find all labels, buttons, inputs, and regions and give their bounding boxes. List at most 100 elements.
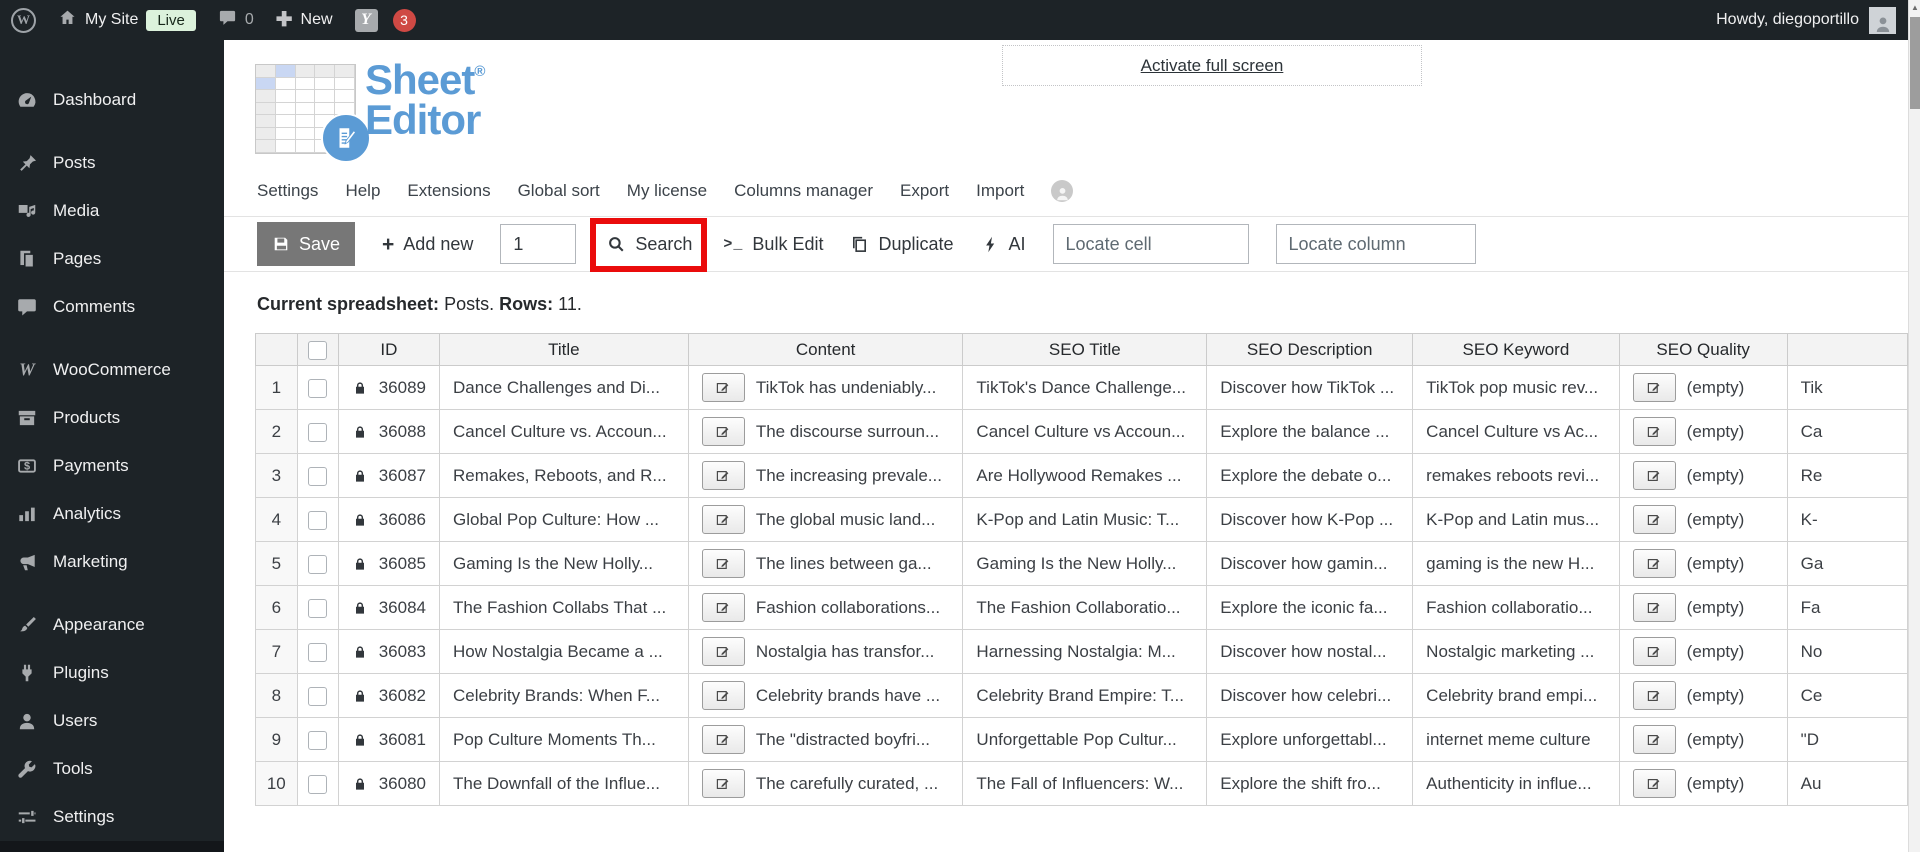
tab-help[interactable]: Help	[345, 181, 380, 201]
sidebar-item-pages[interactable]: Pages	[0, 235, 224, 283]
sidebar-item-media[interactable]: Media	[0, 187, 224, 235]
cell-seo-keyword[interactable]: Fashion collaboratio...	[1412, 585, 1620, 630]
cell-content[interactable]: Nostalgia has transfor...	[687, 629, 964, 674]
row-number[interactable]: 6	[255, 585, 298, 630]
cell-content[interactable]: The discourse surroun...	[687, 409, 964, 454]
cell-seo-title[interactable]: The Fashion Collaboratio...	[962, 585, 1208, 630]
cell-title[interactable]: How Nostalgia Became a ...	[439, 629, 689, 674]
cell-seo-keyword[interactable]: Authenticity in influe...	[1412, 761, 1620, 806]
edit-content-button[interactable]	[701, 417, 745, 446]
select-all-checkbox[interactable]	[308, 340, 328, 360]
add-rows-count-input[interactable]	[500, 224, 577, 264]
row-checkbox[interactable]	[308, 378, 328, 398]
cell-id[interactable]: 36081	[337, 717, 441, 762]
sidebar-item-woocommerce[interactable]: W WooCommerce	[0, 346, 224, 394]
cell-title[interactable]: Dance Challenges and Di...	[439, 365, 689, 410]
row-checkbox[interactable]	[308, 510, 328, 530]
cell-id[interactable]: 36082	[337, 673, 441, 718]
row-number[interactable]: 4	[255, 497, 298, 542]
edit-seo-quality-button[interactable]	[1632, 681, 1676, 710]
bulk-edit-button[interactable]: >_ Bulk Edit	[723, 234, 823, 255]
cell-title[interactable]: The Downfall of the Influe...	[439, 761, 689, 806]
cell-content[interactable]: TikTok has undeniably...	[687, 365, 964, 410]
tab-global-sort[interactable]: Global sort	[518, 181, 600, 201]
new-content-button[interactable]: ✚ New	[265, 0, 344, 40]
cell-id[interactable]: 36080	[337, 761, 441, 806]
cell-title[interactable]: Gaming Is the New Holly...	[439, 541, 689, 586]
cell-seo-description[interactable]: Discover how TikTok ...	[1206, 365, 1414, 410]
cell-seo-title[interactable]: Unforgettable Pop Cultur...	[962, 717, 1208, 762]
cell-content[interactable]: The global music land...	[687, 497, 964, 542]
row-checkbox[interactable]	[308, 422, 328, 442]
edit-content-button[interactable]	[701, 593, 745, 622]
sidebar-item-plugins[interactable]: Plugins	[0, 649, 224, 697]
cell-title[interactable]: Global Pop Culture: How ...	[439, 497, 689, 542]
cell-seo-keyword[interactable]: gaming is the new H...	[1412, 541, 1620, 586]
cell-seo-title[interactable]: Are Hollywood Remakes ...	[962, 453, 1208, 498]
cell-seo-quality[interactable]: (empty)	[1618, 409, 1788, 454]
cell-extra[interactable]: K-	[1786, 497, 1908, 542]
cell-extra[interactable]: "D	[1786, 717, 1908, 762]
sidebar-item-settings[interactable]: Settings	[0, 793, 224, 841]
cell-extra[interactable]: Ce	[1786, 673, 1908, 718]
scrollbar-thumb[interactable]	[1910, 17, 1920, 109]
sidebar-item-tools[interactable]: Tools	[0, 745, 224, 793]
scroll-up-arrow[interactable]: ▲	[1909, 0, 1920, 15]
add-new-button[interactable]: + Add new	[382, 234, 473, 255]
sidebar-item-comments[interactable]: Comments	[0, 283, 224, 331]
cell-seo-keyword[interactable]: K-Pop and Latin mus...	[1412, 497, 1620, 542]
tab-extensions[interactable]: Extensions	[407, 181, 490, 201]
cell-seo-description[interactable]: Discover how K-Pop ...	[1206, 497, 1414, 542]
edit-seo-quality-button[interactable]	[1632, 505, 1676, 534]
cell-id[interactable]: 36083	[337, 629, 441, 674]
cell-content[interactable]: The carefully curated, ...	[687, 761, 964, 806]
cell-seo-keyword[interactable]: Cancel Culture vs Ac...	[1412, 409, 1620, 454]
cell-seo-title[interactable]: K-Pop and Latin Music: T...	[962, 497, 1208, 542]
cell-seo-description[interactable]: Explore the iconic fa...	[1206, 585, 1414, 630]
cell-content[interactable]: The lines between ga...	[687, 541, 964, 586]
edit-content-button[interactable]	[701, 637, 745, 666]
sidebar-item-users[interactable]: Users	[0, 697, 224, 745]
yoast-notifications[interactable]: Y 3	[344, 0, 427, 40]
sidebar-item-payments[interactable]: $ Payments	[0, 442, 224, 490]
column-header-seo-description[interactable]: SEO Description	[1206, 333, 1414, 366]
cell-id[interactable]: 36086	[337, 497, 441, 542]
comments-shortcut[interactable]: 0	[207, 0, 265, 40]
edit-seo-quality-button[interactable]	[1632, 725, 1676, 754]
cell-seo-title[interactable]: The Fall of Influencers: W...	[962, 761, 1208, 806]
row-number[interactable]: 3	[255, 453, 298, 498]
cell-title[interactable]: Celebrity Brands: When F...	[439, 673, 689, 718]
cell-seo-title[interactable]: Cancel Culture vs Accoun...	[962, 409, 1208, 454]
edit-content-button[interactable]	[701, 725, 745, 754]
cell-seo-description[interactable]: Discover how gamin...	[1206, 541, 1414, 586]
profile-avatar-icon[interactable]	[1051, 180, 1074, 202]
row-checkbox[interactable]	[308, 642, 328, 662]
edit-content-button[interactable]	[701, 373, 745, 402]
cell-extra[interactable]: Re	[1786, 453, 1908, 498]
row-number[interactable]: 10	[255, 761, 298, 806]
cell-extra[interactable]: Tik	[1786, 365, 1908, 410]
cell-seo-quality[interactable]: (empty)	[1618, 717, 1788, 762]
sidebar-item-posts[interactable]: Posts	[0, 139, 224, 187]
tab-export[interactable]: Export	[900, 181, 949, 201]
edit-seo-quality-button[interactable]	[1632, 769, 1676, 798]
row-checkbox[interactable]	[308, 686, 328, 706]
column-header-seo-quality[interactable]: SEO Quality	[1618, 333, 1788, 366]
cell-title[interactable]: Pop Culture Moments Th...	[439, 717, 689, 762]
row-number[interactable]: 1	[255, 365, 298, 410]
cell-seo-keyword[interactable]: remakes reboots revi...	[1412, 453, 1620, 498]
sidebar-item-marketing[interactable]: Marketing	[0, 538, 224, 586]
tab-settings[interactable]: Settings	[257, 181, 318, 201]
row-checkbox[interactable]	[308, 554, 328, 574]
edit-seo-quality-button[interactable]	[1632, 593, 1676, 622]
cell-id[interactable]: 36089	[337, 365, 441, 410]
wordpress-menu[interactable]: W	[0, 0, 47, 40]
row-number[interactable]: 8	[255, 673, 298, 718]
row-number[interactable]: 7	[255, 629, 298, 674]
cell-seo-quality[interactable]: (empty)	[1618, 673, 1788, 718]
cell-extra[interactable]: Ga	[1786, 541, 1908, 586]
cell-seo-quality[interactable]: (empty)	[1618, 497, 1788, 542]
cell-seo-description[interactable]: Explore the debate o...	[1206, 453, 1414, 498]
sidebar-item-dashboard[interactable]: Dashboard	[0, 76, 224, 124]
column-header-content[interactable]: Content	[687, 333, 964, 366]
